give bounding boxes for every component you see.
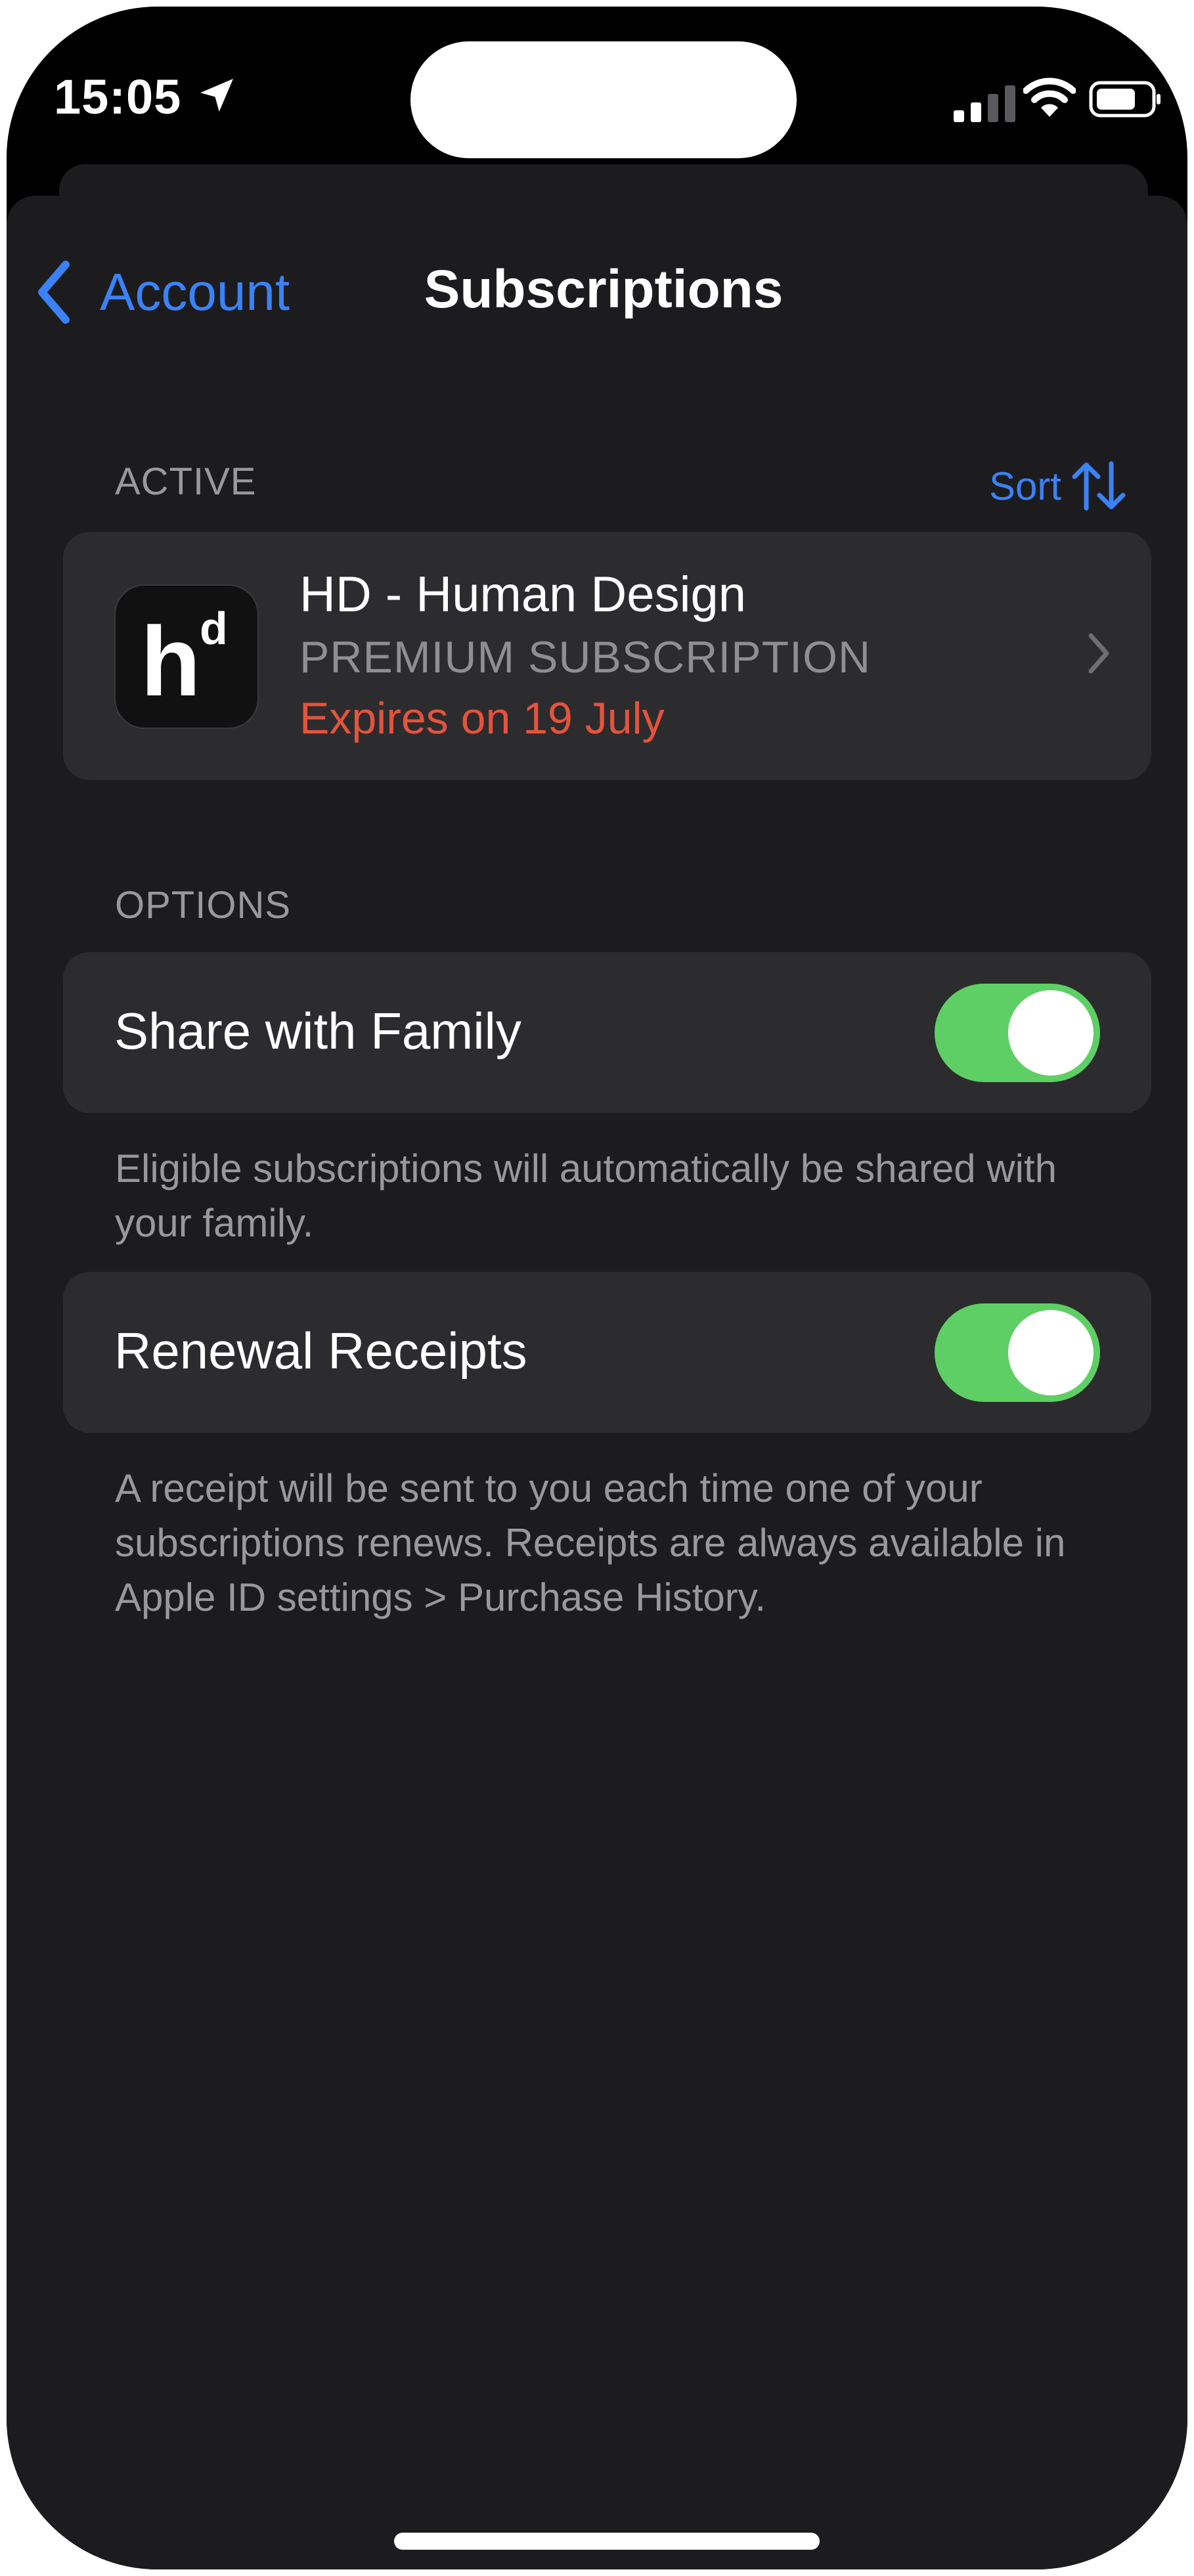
toggle-knob [1008, 1310, 1094, 1395]
status-time: 15:05 [54, 70, 182, 124]
section-header-active: ACTIVE [115, 460, 257, 503]
renewal-receipts-toggle[interactable] [935, 1303, 1100, 1402]
subscription-name: HD - Human Design [299, 567, 746, 622]
dynamic-island [410, 41, 797, 158]
battery-icon [1089, 81, 1161, 118]
sort-arrows-icon [1072, 461, 1126, 511]
share-with-family-row: Share with Family [63, 952, 1151, 1113]
page-title: Subscriptions [424, 259, 784, 319]
app-icon-letter-h: h [141, 606, 201, 716]
wifi-icon [1023, 77, 1076, 117]
phone-frame: 15:05 Account Subscriptions ACTIVE Sort [7, 7, 1187, 2569]
renewal-receipts-label: Renewal Receipts [114, 1322, 527, 1380]
location-arrow-icon [200, 79, 233, 112]
share-with-family-label: Share with Family [114, 1002, 521, 1060]
sort-button-label: Sort [988, 464, 1061, 508]
subscription-item[interactable]: h d HD - Human Design PREMIUM SUBSCRIPTI… [63, 532, 1151, 780]
share-with-family-footnote: Eligible subscriptions will automaticall… [115, 1146, 1057, 1245]
renewal-receipts-row: Renewal Receipts [63, 1272, 1151, 1433]
sort-button[interactable]: Sort [989, 460, 1128, 512]
subscription-plan: PREMIUM SUBSCRIPTION [299, 632, 872, 682]
cellular-signal-icon [954, 85, 1015, 122]
app-icon-letter-d: d [200, 603, 228, 654]
app-icon: h d [114, 584, 259, 729]
renewal-receipts-footnote: A receipt will be sent to you each time … [115, 1466, 1066, 1619]
share-with-family-toggle[interactable] [935, 984, 1100, 1082]
chevron-right-icon [1088, 633, 1109, 674]
section-header-options: OPTIONS [115, 884, 292, 927]
toggle-knob [1008, 990, 1094, 1076]
subscription-expiry: Expires on 19 July [299, 693, 665, 743]
home-indicator[interactable] [394, 2533, 820, 2550]
